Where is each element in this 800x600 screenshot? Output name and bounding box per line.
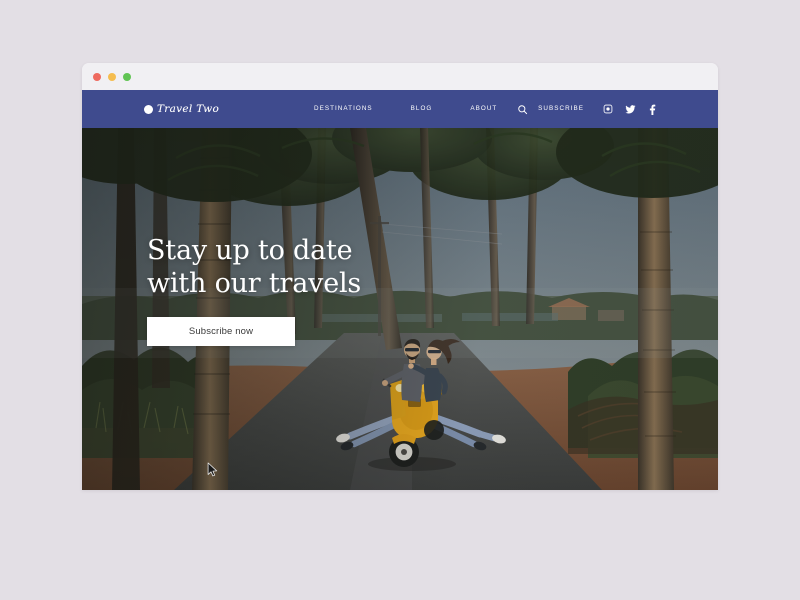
site-navbar: Travel Two DESTINATIONS BLOG ABOUT SUBSC… [82,90,718,128]
twitter-icon[interactable] [624,103,636,115]
nav-link-destinations[interactable]: DESTINATIONS [314,105,373,112]
browser-titlebar [82,63,718,90]
minimize-window-button[interactable] [108,72,116,81]
search-icon[interactable] [516,103,528,115]
subscribe-now-button-label: Subscribe now [188,326,254,338]
subscribe-now-button[interactable]: Subscribe now [147,317,295,347]
nav-link-subscribe[interactable]: SUBSCRIBE [538,105,584,112]
instagram-icon[interactable] [602,103,614,115]
nav-link-about[interactable]: ABOUT [470,105,497,112]
hero-heading: Stay up to date with our travels [147,235,362,299]
hero-section: Stay up to date with our travels Subscri… [82,128,718,490]
close-window-button[interactable] [93,72,101,81]
primary-nav: DESTINATIONS BLOG ABOUT [314,105,497,112]
facebook-icon[interactable] [646,103,658,115]
nav-link-blog[interactable]: BLOG [411,105,433,112]
logo-text: Travel Two [157,102,220,115]
browser-window: Travel Two DESTINATIONS BLOG ABOUT SUBSC… [82,63,718,490]
navbar-utility-cluster: SUBSCRIBE [516,103,658,115]
maximize-window-button[interactable] [123,72,131,81]
site-logo[interactable]: Travel Two [144,104,219,115]
logo-circle-icon [144,104,153,114]
hero-content: Stay up to date with our travels Subscri… [147,235,362,347]
